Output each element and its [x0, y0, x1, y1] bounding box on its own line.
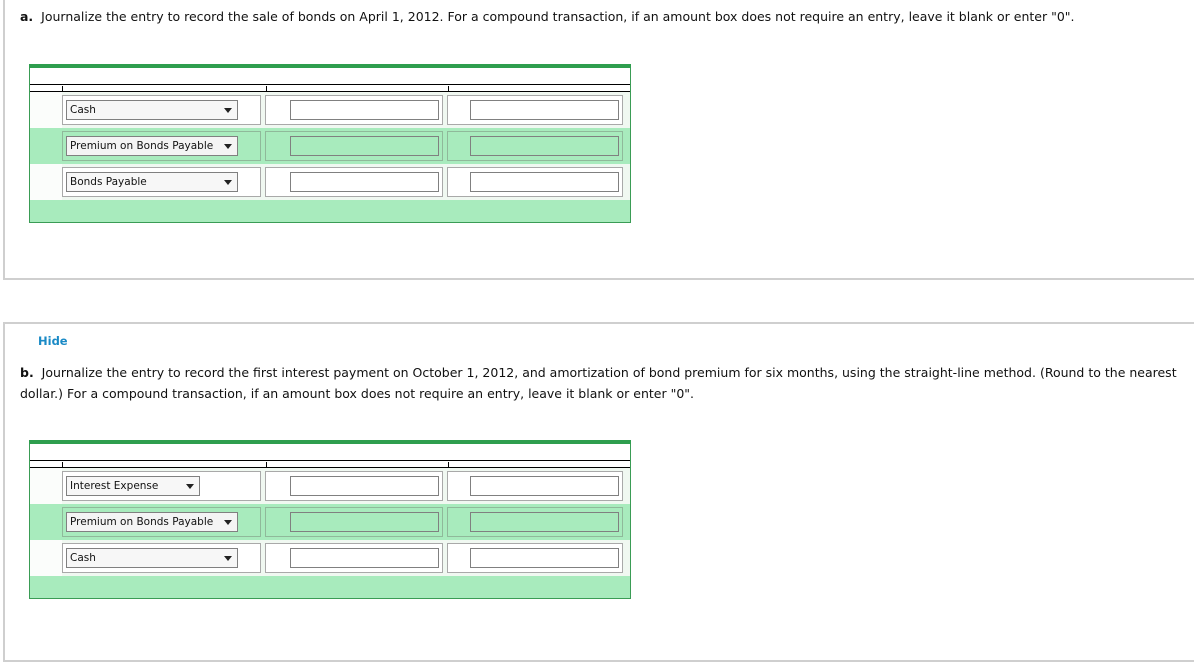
debit-input[interactable]	[290, 548, 439, 568]
part-a-journal-table: Cash Premium on Bonds Payable Bonds Paya…	[29, 64, 631, 223]
account-select[interactable]: Interest Expense	[66, 476, 200, 496]
journal-row: Premium on Bonds Payable	[30, 128, 630, 164]
chevron-down-icon	[224, 144, 232, 149]
table-column-header	[30, 460, 630, 468]
part-a-label: a.	[20, 9, 34, 24]
credit-input[interactable]	[470, 548, 619, 568]
journal-row: Premium on Bonds Payable	[30, 504, 630, 540]
account-select[interactable]: Cash	[66, 548, 238, 568]
debit-input[interactable]	[290, 100, 439, 120]
account-cell: Premium on Bonds Payable	[62, 131, 261, 161]
chevron-down-icon	[224, 556, 232, 561]
account-select[interactable]: Premium on Bonds Payable	[66, 512, 238, 532]
credit-input[interactable]	[470, 100, 619, 120]
account-select[interactable]: Cash	[66, 100, 238, 120]
account-cell: Cash	[62, 543, 261, 573]
account-select[interactable]: Premium on Bonds Payable	[66, 136, 238, 156]
part-b-label: b.	[20, 365, 34, 380]
table-footer	[30, 576, 630, 598]
part-a-instruction-text: Journalize the entry to record the sale …	[41, 9, 1075, 24]
chevron-down-icon	[224, 108, 232, 113]
credit-input[interactable]	[470, 512, 619, 532]
debit-input[interactable]	[290, 172, 439, 192]
debit-input[interactable]	[290, 512, 439, 532]
credit-input[interactable]	[470, 172, 619, 192]
debit-input[interactable]	[290, 476, 439, 496]
journal-row: Cash	[30, 92, 630, 128]
credit-input[interactable]	[470, 136, 619, 156]
account-cell: Cash	[62, 95, 261, 125]
part-b-instruction-text: Journalize the entry to record the first…	[20, 365, 1177, 401]
part-a-panel: a. Journalize the entry to record the sa…	[3, 0, 1194, 280]
credit-input[interactable]	[470, 476, 619, 496]
journal-row: Interest Expense	[30, 468, 630, 504]
table-column-header	[30, 84, 630, 92]
account-cell: Bonds Payable	[62, 167, 261, 197]
part-b-journal-table: Interest Expense Premium on Bonds Payabl…	[29, 440, 631, 599]
part-b-panel: Hide b. Journalize the entry to record t…	[3, 322, 1194, 662]
account-cell: Interest Expense	[62, 471, 261, 501]
chevron-down-icon	[224, 180, 232, 185]
table-footer	[30, 200, 630, 222]
journal-row: Bonds Payable	[30, 164, 630, 200]
part-b-instruction: b. Journalize the entry to record the fi…	[20, 362, 1190, 404]
hide-link[interactable]: Hide	[38, 334, 68, 348]
chevron-down-icon	[186, 484, 194, 489]
journal-row: Cash	[30, 540, 630, 576]
part-a-instruction: a. Journalize the entry to record the sa…	[20, 6, 1190, 27]
chevron-down-icon	[224, 520, 232, 525]
account-select[interactable]: Bonds Payable	[66, 172, 238, 192]
account-cell: Premium on Bonds Payable	[62, 507, 261, 537]
debit-input[interactable]	[290, 136, 439, 156]
